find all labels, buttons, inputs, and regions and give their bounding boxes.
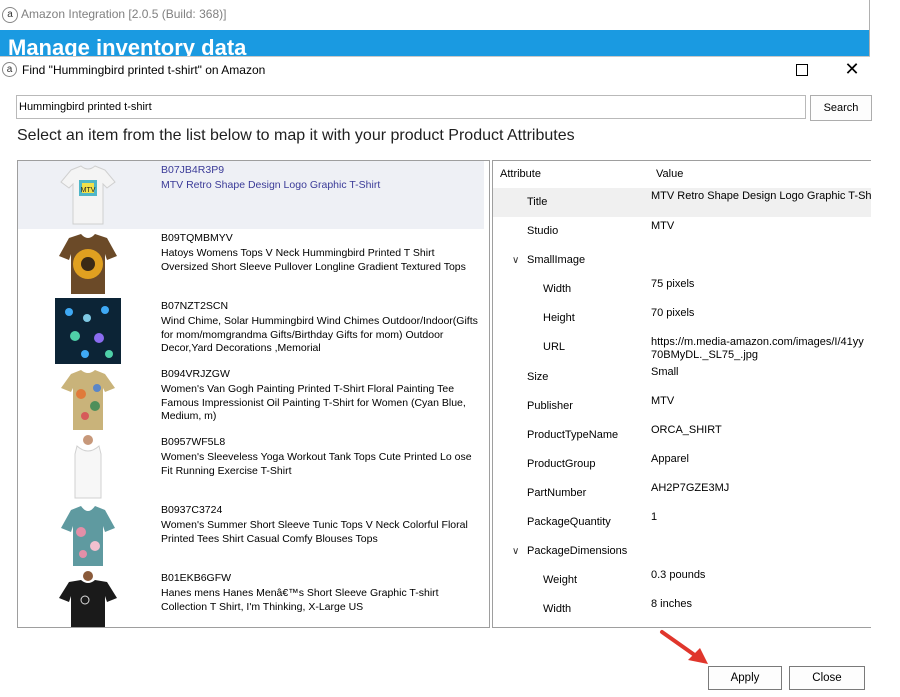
apply-button[interactable]: Apply: [708, 666, 782, 690]
close-button[interactable]: Close: [789, 666, 865, 690]
attribute-value: 0.3 pounds: [651, 569, 706, 581]
list-item[interactable]: B0957WF5L8 Women's Sleeveless Yoga Worko…: [18, 433, 484, 501]
list-item[interactable]: B09TQMBMYV Hatoys Womens Tops V Neck Hum…: [18, 229, 484, 297]
column-header-attribute[interactable]: Attribute: [500, 168, 541, 180]
attribute-row-size[interactable]: Size Small: [493, 363, 871, 392]
item-asin: B01EKB6GFW: [161, 572, 232, 584]
floral-tunic-thumbnail: [61, 506, 115, 566]
sunflower-tshirt-thumbnail: [59, 234, 117, 294]
attribute-value: MTV: [651, 395, 675, 407]
attribute-row-packagequantity[interactable]: PackageQuantity 1: [493, 508, 871, 537]
item-asin: B0937C3724: [161, 504, 223, 516]
svg-text:MTV: MTV: [81, 187, 96, 194]
item-asin: B07NZT2SCN: [161, 300, 229, 312]
page-banner: Manage inventory data: [0, 30, 870, 56]
attribute-name: PackageQuantity: [527, 516, 611, 528]
attribute-value: AH2P7GZE3MJ: [651, 482, 730, 494]
attribute-value: Small: [651, 366, 679, 378]
attribute-name: ProductTypeName: [527, 429, 619, 441]
item-title: MTV Retro Shape Design Logo Graphic T-Sh…: [161, 179, 381, 191]
attribute-group-packagedimensions[interactable]: ∨ PackageDimensions: [493, 537, 871, 566]
dialog-title: Find "Hummingbird printed t-shirt" on Am…: [22, 63, 266, 77]
attribute-row-width[interactable]: Width 75 pixels: [493, 275, 871, 304]
attribute-row-height[interactable]: Height 70 pixels: [493, 304, 871, 333]
item-title: Women's Summer Short Sleeve Tunic Tops V…: [161, 519, 468, 545]
item-asin: B094VRJZGW: [161, 368, 230, 380]
amazon-logo-icon: a: [2, 62, 17, 77]
attribute-name: Publisher: [527, 400, 573, 412]
attribute-name: ProductGroup: [527, 458, 596, 470]
item-title: Hatoys Womens Tops V Neck Hummingbird Pr…: [161, 247, 466, 273]
item-asin: B07JB4R3P9: [161, 164, 225, 176]
attribute-group-smallimage[interactable]: ∨ SmallImage: [493, 246, 871, 275]
list-item[interactable]: B01EKB6GFW Hanes mens Hanes Menâ€™s Shor…: [18, 569, 484, 627]
attribute-row-partnumber[interactable]: PartNumber AH2P7GZE3MJ: [493, 479, 871, 508]
attribute-row-width[interactable]: Width 8 inches: [493, 595, 871, 624]
attribute-name: Size: [527, 371, 549, 383]
attribute-value: Apparel: [651, 453, 689, 465]
wind-chime-thumbnail: [55, 298, 121, 364]
list-item[interactable]: B0937C3724 Women's Summer Short Sleeve T…: [18, 501, 484, 569]
close-icon[interactable]: ✕: [843, 58, 861, 80]
attributes-grid[interactable]: Attribute Value Title MTV Retro Shape De…: [492, 160, 871, 628]
attribute-row-productgroup[interactable]: ProductGroup Apparel: [493, 450, 871, 479]
attribute-row-weight[interactable]: Weight 0.3 pounds: [493, 566, 871, 595]
item-title: Wind Chime, Solar Hummingbird Wind Chime…: [161, 315, 478, 354]
attribute-row-title[interactable]: Title MTV Retro Shape Design Logo Graphi…: [493, 188, 871, 217]
parent-window-title: Amazon Integration [2.0.5 (Build: 368)]: [21, 7, 227, 21]
attribute-name: Title: [527, 196, 548, 208]
attribute-value: ORCA_SHIRT: [651, 424, 722, 436]
item-title: Women's Sleeveless Yoga Workout Tank Top…: [161, 451, 472, 477]
attribute-row-publisher[interactable]: Publisher MTV: [493, 392, 871, 421]
item-title: Hanes mens Hanes Menâ€™s Short Sleeve Gr…: [161, 587, 439, 613]
white-tshirt-thumbnail: MTV: [60, 165, 116, 225]
attribute-value: https://m.media-amazon.com/images/I/41yy…: [651, 336, 864, 361]
attribute-name: Studio: [527, 225, 559, 237]
list-item[interactable]: B094VRJZGW Women's Van Gogh Painting Pri…: [18, 365, 484, 433]
chevron-down-icon[interactable]: ∨: [512, 255, 519, 266]
attribute-name: Width: [543, 283, 572, 295]
annotation-arrow-icon: [660, 630, 708, 664]
attribute-name: PartNumber: [527, 487, 587, 499]
instruction-text: Select an item from the list below to ma…: [17, 127, 575, 144]
chevron-down-icon[interactable]: ∨: [512, 546, 519, 557]
black-tshirt-thumbnail: [59, 571, 117, 627]
amazon-logo-icon: a: [2, 7, 18, 23]
attribute-name: PackageDimensions: [527, 545, 628, 557]
attribute-name: Height: [543, 312, 575, 324]
attribute-name: URL: [543, 341, 566, 353]
item-asin: B0957WF5L8: [161, 436, 226, 448]
attribute-name: SmallImage: [527, 254, 586, 266]
search-input[interactable]: [16, 95, 806, 119]
white-tank-thumbnail: [74, 435, 102, 499]
attribute-value: 8 inches: [651, 598, 692, 610]
banner-title: Manage inventory data: [8, 35, 247, 56]
attribute-value: 75 pixels: [651, 278, 695, 290]
results-list[interactable]: MTV B07JB4R3P9 MTV Retro Shape Design Lo…: [17, 160, 490, 628]
list-item[interactable]: MTV B07JB4R3P9 MTV Retro Shape Design Lo…: [18, 161, 484, 229]
floral-tshirt-thumbnail: [61, 370, 115, 430]
maximize-icon[interactable]: [796, 64, 808, 76]
attribute-row-url[interactable]: URL https://m.media-amazon.com/images/I/…: [493, 333, 871, 362]
attribute-value: 70 pixels: [651, 307, 695, 319]
attribute-value: MTV Retro Shape Design Logo Graphic T-Sh…: [651, 190, 871, 202]
attribute-value: MTV: [651, 220, 675, 232]
attribute-value: 1: [651, 511, 658, 523]
search-button[interactable]: Search: [810, 95, 872, 121]
item-asin: B09TQMBMYV: [161, 232, 233, 244]
list-item[interactable]: B07NZT2SCN Wind Chime, Solar Hummingbird…: [18, 297, 484, 365]
column-header-value[interactable]: Value: [656, 168, 683, 180]
attribute-row-studio[interactable]: Studio MTV: [493, 217, 871, 246]
attribute-name: Weight: [543, 574, 578, 586]
attribute-row-producttypename[interactable]: ProductTypeName ORCA_SHIRT: [493, 421, 871, 450]
attribute-name: Width: [543, 603, 572, 615]
item-title: Women's Van Gogh Painting Printed T-Shir…: [161, 383, 466, 422]
